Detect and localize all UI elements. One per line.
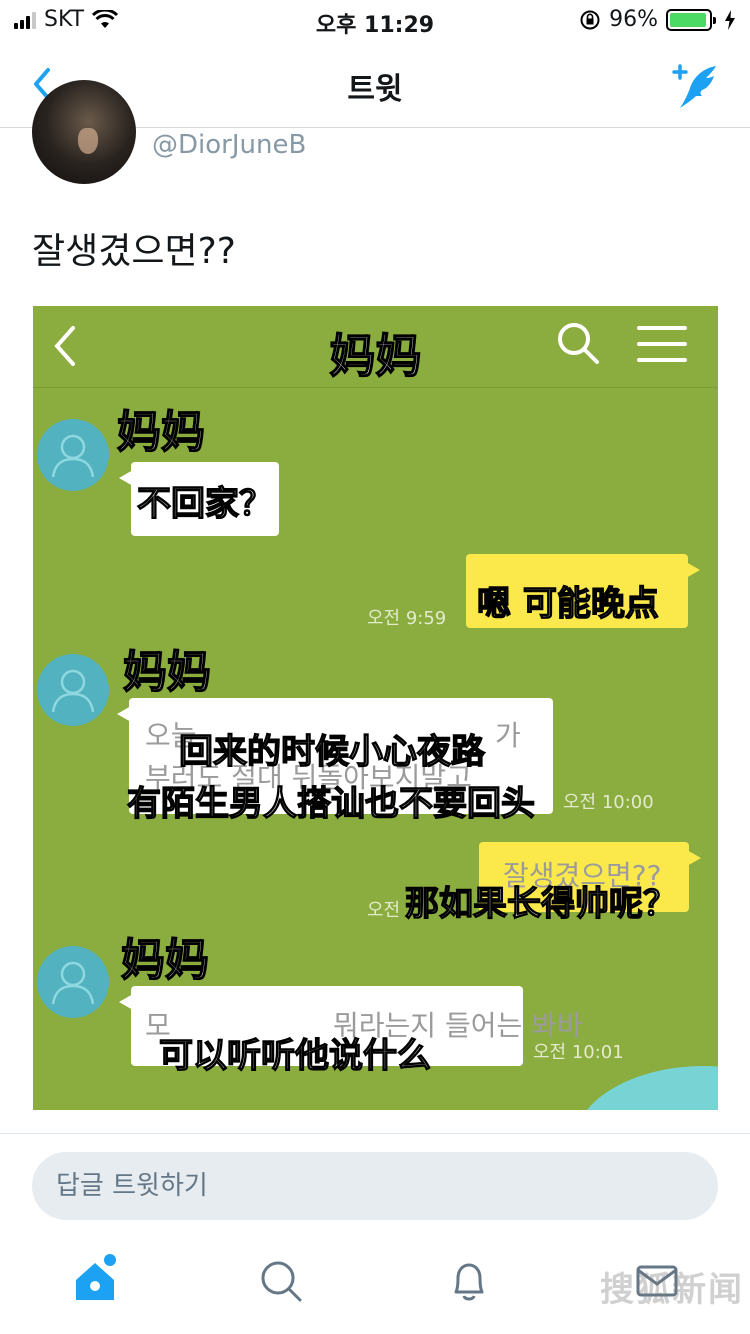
message-time: 오전 10:00 — [563, 792, 654, 813]
caption: 有陌生男人搭讪也不要回头 — [126, 783, 535, 824]
reply-input[interactable]: 답글 트윗하기 — [32, 1152, 718, 1220]
watermark: 搜狐新闻 — [600, 1270, 744, 1310]
contact-avatar — [37, 654, 109, 726]
charging-icon — [725, 9, 735, 30]
message-time: 오전 — [367, 900, 401, 921]
message-time: 오전 10:01 — [533, 1042, 624, 1063]
notifications-icon — [454, 1263, 484, 1301]
avatar[interactable] — [32, 80, 136, 184]
user-handle[interactable]: @DiorJuneB — [152, 130, 306, 160]
status-bar: SKT 오후 11:29 96% — [0, 0, 750, 40]
caption: 嗯 可能晚点 — [476, 583, 659, 624]
rotation-lock-icon — [580, 10, 600, 29]
battery-icon — [666, 8, 716, 31]
contact-name: 妈妈 — [122, 646, 212, 699]
divider — [0, 1133, 750, 1134]
contact-avatar — [37, 419, 109, 491]
tab-search[interactable] — [256, 1256, 306, 1306]
faded-text: 가 — [495, 719, 521, 752]
battery-fill — [670, 12, 707, 27]
tweet-image[interactable]: 妈妈 妈妈 不回家？ 오전 9:59 嗯 可能晚点 妈妈 오늘 가 부러도 절대… — [33, 306, 718, 1110]
chat-header: 妈妈 — [33, 306, 718, 388]
contact-avatar — [37, 946, 109, 1018]
caption: 不回家？ — [136, 483, 273, 524]
compose-tweet-icon[interactable] — [670, 60, 722, 112]
status-right: 96% — [579, 7, 736, 32]
tab-home[interactable] — [70, 1254, 120, 1306]
contact-name: 妈妈 — [120, 934, 210, 987]
battery-percent: 96% — [609, 7, 658, 32]
tweet-text: 잘생겼으면?? — [32, 231, 236, 272]
caption: 回来的时候小心夜路 — [178, 731, 485, 772]
home-notification-dot — [104, 1254, 116, 1266]
tab-notifications[interactable] — [444, 1256, 494, 1306]
chat-search-icon — [558, 323, 599, 364]
decorative-shape — [573, 1066, 718, 1110]
caption: 那如果长得帅呢？ — [404, 883, 677, 924]
message-time: 오전 9:59 — [367, 608, 447, 629]
caption: 可以听听他说什么 — [158, 1035, 431, 1076]
chat-title: 妈妈 — [329, 328, 423, 384]
search-icon — [261, 1261, 302, 1302]
contact-name: 妈妈 — [116, 406, 206, 459]
chat-menu-icon — [637, 326, 687, 362]
